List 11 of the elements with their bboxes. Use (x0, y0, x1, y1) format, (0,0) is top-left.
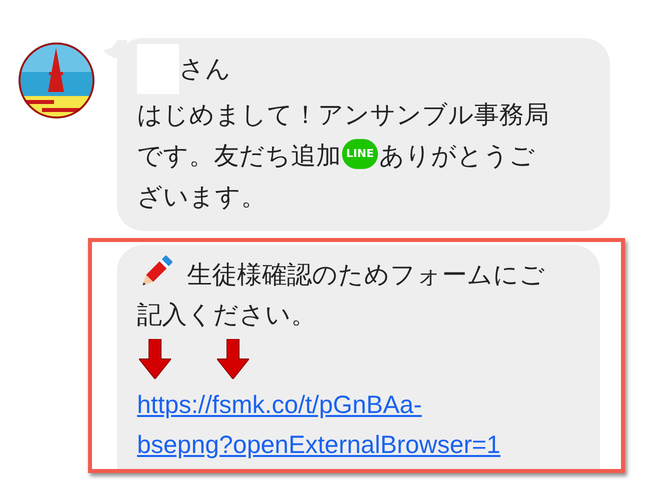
message-text: 生徒様確認のためフォームにご (187, 259, 545, 291)
form-link[interactable]: https://fsmk.co/t/pGnBAa-bsepng?openExternalBrowser=1 (137, 385, 500, 465)
down-arrow-icon (139, 339, 171, 379)
salutation-text: さん (179, 53, 231, 86)
chat-logo-badge: LINE (342, 138, 378, 168)
message-text: はじめまして！アンサンブル事務局 (137, 99, 549, 131)
message-text: ざいます。 (137, 181, 266, 213)
message-text: 記入ください。 (137, 299, 316, 331)
down-arrow-icon (217, 339, 249, 379)
message-text: です。友だち追加 (137, 140, 341, 172)
message-text: ありがとうご (379, 140, 535, 172)
